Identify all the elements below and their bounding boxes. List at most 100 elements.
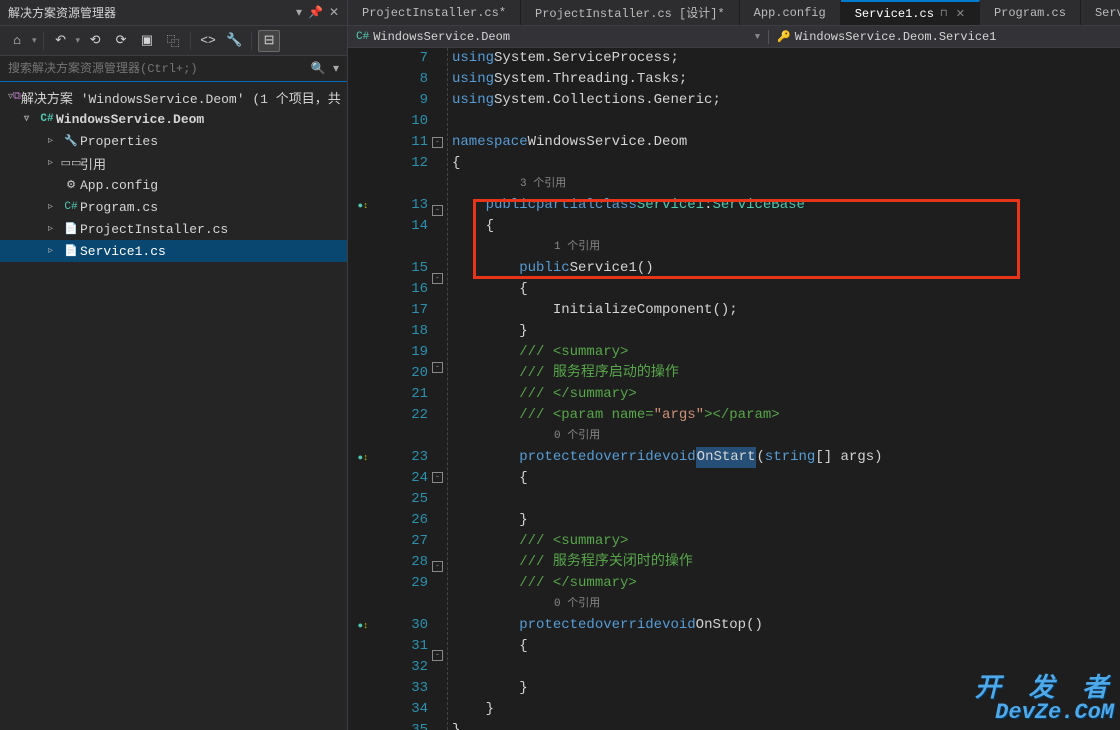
breadcrumb-namespace[interactable]: C# WindowsService.Deom ▼ [348,30,768,44]
expand-arrow-icon[interactable]: ▹ [48,201,62,213]
tab-label: ProjectInstaller.cs* [362,6,506,20]
tree-item-label: ProjectInstaller.cs [80,222,228,237]
pin-icon[interactable]: 📌 [308,5,323,20]
code-line[interactable]: /// <param name="args"></param> [452,405,1120,426]
tree-item[interactable]: ▿⧉解决方案 'WindowsService.Deom' (1 个项目，共 1 … [0,86,347,108]
tree-item-label: Program.cs [80,200,158,215]
history-back-icon[interactable]: ↶ [50,30,72,52]
code-line[interactable]: using System.Threading.Tasks; [452,69,1120,90]
tab-label: Service1.cs [855,7,934,21]
tab-label: ProjectInstaller.cs [设计]* [535,4,725,21]
code-line[interactable]: /// </summary> [452,384,1120,405]
tree-item[interactable]: ▹▭▭引用 [0,152,347,174]
code-line[interactable]: namespace WindowsService.Deom [452,132,1120,153]
code-line[interactable]: protected override void OnStart(string[]… [452,447,1120,468]
code-line[interactable]: /// </summary> [452,573,1120,594]
code-line[interactable]: /// 服务程序启动的操作 [452,363,1120,384]
solution-explorer-header: 解决方案资源管理器 ▾ 📌 ✕ [0,0,347,26]
codelens-reference[interactable]: 0 个引用 [452,426,1120,447]
fold-toggle-icon[interactable]: - [432,472,443,483]
editor-tab[interactable]: ProjectInstaller.cs* [348,0,521,25]
code-line[interactable]: /// <summary> [452,531,1120,552]
tree-item-label: WindowsService.Deom [56,112,204,127]
breadcrumb-ns-label: WindowsService.Deom [373,30,510,44]
search-icon[interactable]: 🔍 ▾ [311,61,339,76]
breadcrumb-class[interactable]: 🔑 WindowsService.Deom.Service1 [769,30,1120,44]
code-line[interactable] [452,657,1120,678]
file-icon: C# [38,113,56,125]
pin-icon[interactable]: ⊓ [940,8,948,20]
chevron-down-icon: ▼ [755,32,760,42]
expand-arrow-icon[interactable]: ▿ [24,113,38,125]
sync-icon[interactable]: ⟲ [84,30,106,52]
fold-toggle-icon[interactable]: - [432,137,443,148]
tree-item[interactable]: ▹📄Service1.cs [0,240,347,262]
breadcrumb-class-label: WindowsService.Deom.Service1 [795,30,997,44]
wrench-icon[interactable]: 🔧 [223,30,245,52]
code-line[interactable]: protected override void OnStop() [452,615,1120,636]
code-line[interactable]: } [452,510,1120,531]
fold-toggle-icon[interactable]: - [432,273,443,284]
code-line[interactable]: } [452,321,1120,342]
dropdown-icon[interactable]: ▾ [296,5,302,20]
editor-tab[interactable]: Service1.cs ⊓ ✕ [841,0,980,25]
code-line[interactable]: } [452,720,1120,730]
tab-label: Program.cs [994,6,1066,20]
tree-item[interactable]: ⚙App.config [0,174,347,196]
code-line[interactable]: } [452,678,1120,699]
close-icon[interactable]: ✕ [956,7,965,21]
fold-toggle-icon[interactable]: - [432,205,443,216]
codelens-reference[interactable]: 0 个引用 [452,594,1120,615]
close-icon[interactable]: ✕ [329,5,339,20]
codelens-reference[interactable]: 3 个引用 [452,174,1120,195]
tree-item-label: Properties [80,134,158,149]
copy-icon[interactable]: ⿻ [162,30,184,52]
editor-tab[interactable]: Program.cs [980,0,1081,25]
editor-tab[interactable]: Service1.cs [1081,0,1120,25]
tree-item-label: Service1.cs [80,244,166,259]
collapse-icon[interactable]: ▣ [136,30,158,52]
code-line[interactable]: public partial class Service1 : ServiceB… [452,195,1120,216]
code-line[interactable]: using System.ServiceProcess; [452,48,1120,69]
editor-tab[interactable]: ProjectInstaller.cs [设计]* [521,0,740,25]
tree-item[interactable]: ▹📄ProjectInstaller.cs [0,218,347,240]
code-line[interactable]: /// <summary> [452,342,1120,363]
fold-toggle-icon[interactable]: - [432,650,443,661]
code-editor[interactable]: ●↕●↕●↕ 789101112131415161718192021222324… [348,48,1120,730]
refresh-icon[interactable]: ⟳ [110,30,132,52]
code-line[interactable]: { [452,636,1120,657]
code-line[interactable]: { [452,279,1120,300]
code-line[interactable]: /// 服务程序关闭时的操作 [452,552,1120,573]
code-line[interactable]: public Service1() [452,258,1120,279]
expand-arrow-icon[interactable]: ▹ [48,223,62,235]
panel-title: 解决方案资源管理器 [8,4,116,21]
code-line[interactable]: { [452,153,1120,174]
file-icon: ▭▭ [62,156,80,170]
expand-arrow-icon[interactable]: ▹ [48,245,62,257]
code-line[interactable]: { [452,468,1120,489]
solution-explorer-panel: 解决方案资源管理器 ▾ 📌 ✕ ⌂▾ ↶▾ ⟲ ⟳ ▣ ⿻ <> 🔧 ⊟ 🔍 ▾… [0,0,348,730]
editor-area: ProjectInstaller.cs* ProjectInstaller.cs … [348,0,1120,730]
code-line[interactable]: } [452,699,1120,720]
fold-toggle-icon[interactable]: - [432,561,443,572]
codelens-reference[interactable]: 1 个引用 [452,237,1120,258]
code-line[interactable]: { [452,216,1120,237]
tree-item[interactable]: ▿C#WindowsService.Deom [0,108,347,130]
tab-label: Service1.cs [1095,6,1120,20]
file-icon: 🔧 [62,134,80,148]
properties-icon[interactable]: ⊟ [258,30,280,52]
code-icon[interactable]: <> [197,30,219,52]
editor-tab[interactable]: App.config [740,0,841,25]
fold-toggle-icon[interactable]: - [432,362,443,373]
code-line[interactable] [452,489,1120,510]
tree-item[interactable]: ▹🔧Properties [0,130,347,152]
tree-item-label: App.config [80,178,158,193]
tree-item[interactable]: ▹C#Program.cs [0,196,347,218]
search-input[interactable] [8,62,311,76]
home-icon[interactable]: ⌂ [6,30,28,52]
code-line[interactable] [452,111,1120,132]
expand-arrow-icon[interactable]: ▹ [48,135,62,147]
key-icon: 🔑 [777,30,791,44]
code-line[interactable]: using System.Collections.Generic; [452,90,1120,111]
code-line[interactable]: InitializeComponent(); [452,300,1120,321]
